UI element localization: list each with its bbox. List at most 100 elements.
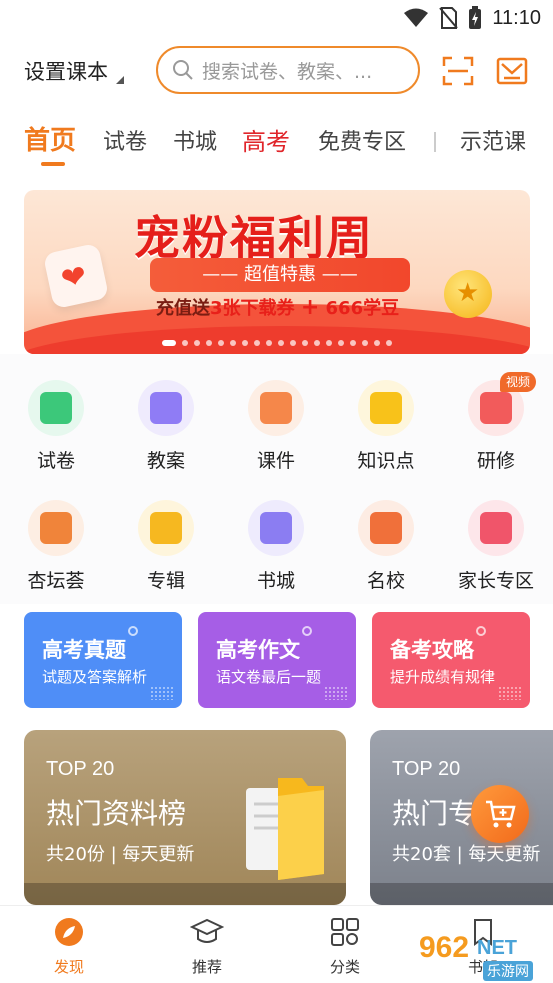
decor-dots [324,686,348,700]
banner-pager-dots [24,340,530,346]
dropdown-triangle-icon [116,76,124,84]
discover-icon [55,918,83,946]
rank-title: 热门资料榜 [46,797,187,830]
textbook-selector-label: 设置课本 [24,60,108,84]
tab-gaokao[interactable]: 高考 [242,122,290,157]
banner-tag: —— 超值特惠 —— [150,258,410,292]
heart-card-icon: ❤ [42,242,110,310]
watermark-suffix: NET [477,937,517,959]
album-folder-icon [138,500,194,556]
rank-meta: 共20套 | 每天更新 [392,844,541,865]
decor-dots [498,686,522,700]
clock: 11:10 [492,6,541,29]
tab-home[interactable]: 首页 [24,120,76,157]
exam-icon [28,380,84,436]
category-label: 杏坛荟 [27,570,85,592]
card-exam-strategy[interactable]: 备考攻略 提升成绩有规律 [372,612,530,708]
category-courseware[interactable]: 课件 [226,380,326,473]
message-icon[interactable] [496,56,528,86]
category-lesson-plans[interactable]: 教案 [116,380,216,473]
category-label: 专辑 [146,570,185,592]
category-label: 家长专区 [457,570,534,592]
category-forum[interactable]: 杏坛荟 [6,500,106,593]
category-label: 教案 [146,450,185,472]
nav-categories[interactable]: 分类 [310,916,380,977]
banner-subtitle-beans: 666学豆 [325,298,400,319]
recommend-cap-icon [189,918,225,943]
nav-label: 发现 [53,958,84,976]
tab-divider [434,132,436,152]
top-header: 设置课本 搜索试卷、教案、... [0,44,553,98]
active-tab-indicator [41,162,65,166]
category-albums[interactable]: 专辑 [116,500,216,593]
parent-star-icon [468,500,524,556]
search-icon [173,60,193,80]
nav-discover[interactable]: 发现 [34,916,104,977]
category-label: 研修 [476,450,515,472]
banner-subtitle-plus: + [300,295,320,320]
forum-icon [28,500,84,556]
nav-label: 分类 [329,958,360,976]
battery-charging-icon [469,6,482,29]
tab-demo-class[interactable]: 示范课 [460,124,526,156]
cart-icon [486,800,516,828]
scan-icon[interactable] [442,56,474,86]
rank-top-label: TOP 20 [392,758,461,780]
bookstore-icon [248,500,304,556]
banner-subtitle-coupons: 3张下载券 [210,298,295,319]
card-subtitle: 提升成绩有规律 [390,668,496,686]
no-sim-icon [439,7,459,29]
card-title: 备考攻略 [390,638,474,662]
document-folder-icon [246,778,324,880]
lesson-plan-icon [138,380,194,436]
rank-top-label: TOP 20 [46,758,115,780]
rank-meta: 共20份 | 每天更新 [46,844,195,865]
watermark-caption: 乐游网 [483,961,533,981]
card-subtitle: 语文卷最后一题 [216,668,322,686]
category-knowledge[interactable]: 知识点 [336,380,436,473]
rank-title: 热门专 [392,797,477,830]
courseware-icon [248,380,304,436]
floating-cart-button[interactable] [471,785,529,843]
card-subtitle: 试题及答案解析 [42,668,148,686]
decor-dots [150,686,174,700]
category-label: 知识点 [357,450,415,472]
category-parents[interactable]: 家长专区 [446,500,546,593]
card-hot-materials-rank[interactable]: TOP 20 热门资料榜 共20份 | 每天更新 [24,730,346,905]
textbook-selector[interactable]: 设置课本 [24,56,124,86]
status-icons: 11:10 [404,6,541,30]
category-grid-icon [331,918,359,946]
card-gaokao-real-exams[interactable]: 高考真题 试题及答案解析 [24,612,182,708]
tab-bookstore[interactable]: 书城 [173,124,217,156]
video-badge: 视频 [500,372,537,392]
nav-label: 推荐 [191,958,222,976]
banner-subtitle: 充值送3张下载券 + 666学豆 [156,294,399,320]
school-cap-icon [358,500,414,556]
knowledge-icon [358,380,414,436]
search-placeholder: 搜索试卷、教案、... [202,60,373,83]
card-title: 高考真题 [42,638,126,662]
bottom-nav: 发现 推荐 分类 书架 962 NET 乐游网 [0,905,553,983]
tab-exams[interactable]: 试卷 [103,124,147,156]
card-footer-shade [24,883,346,905]
category-label: 试卷 [36,450,75,472]
promo-banner[interactable]: ❤ 宠粉福利周 —— 超值特惠 —— 充值送3张下载券 + 666学豆 ★ [24,190,530,354]
category-famous-schools[interactable]: 名校 [336,500,436,593]
card-footer-shade [370,883,553,905]
search-bar[interactable]: 搜索试卷、教案、... [156,46,420,94]
category-label: 课件 [256,450,295,472]
banner-subtitle-prefix: 充值送 [156,298,210,319]
nav-recommend[interactable]: 推荐 [172,916,242,977]
card-gaokao-essay[interactable]: 高考作文 语文卷最后一题 [198,612,356,708]
site-watermark: 962 NET 乐游网 [411,929,547,981]
watermark-brand: 962 [419,931,470,964]
wifi-icon [404,8,429,27]
category-label: 书城 [256,570,295,592]
category-training[interactable]: 研修 [446,380,546,473]
category-exams[interactable]: 试卷 [6,380,106,473]
category-bookstore[interactable]: 书城 [226,500,326,593]
decor-ring [128,626,138,636]
category-label: 名校 [366,570,405,592]
card-title: 高考作文 [216,638,300,662]
tab-free-zone[interactable]: 免费专区 [318,124,406,156]
